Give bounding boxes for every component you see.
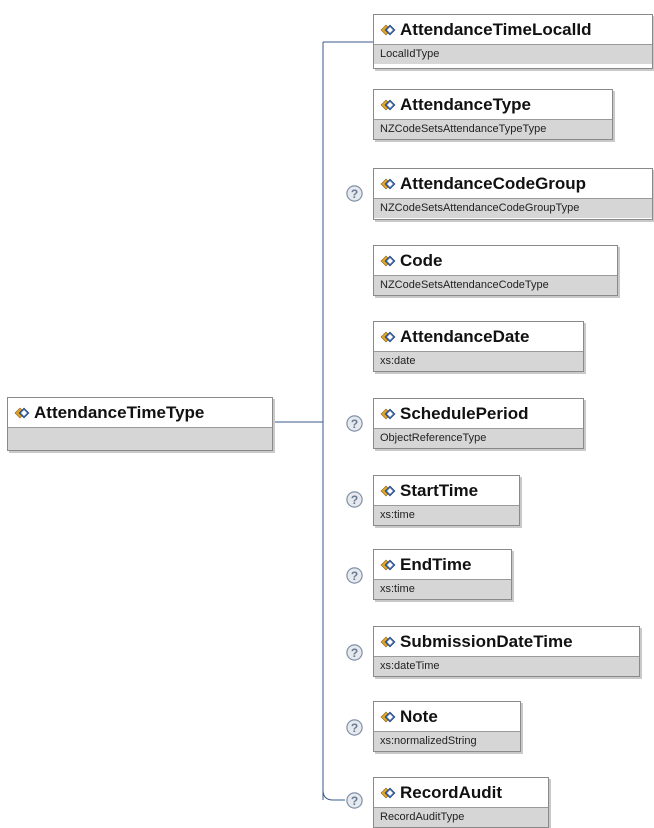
element-node-attendancecodegroup[interactable]: AttendanceCodeGroup NZCodeSetsAttendance…	[373, 168, 653, 220]
element-name: Code	[400, 250, 443, 270]
root-node[interactable]: AttendanceTimeType	[7, 397, 273, 451]
element-type: xs:date	[374, 351, 583, 371]
element-diamond-icon	[380, 636, 396, 647]
question-mark-icon: ?	[346, 792, 363, 809]
element-diamond-icon	[380, 178, 396, 189]
element-name: StartTime	[400, 480, 479, 500]
svg-text:?: ?	[351, 721, 358, 735]
element-type: NZCodeSetsAttendanceTypeType	[374, 119, 612, 139]
svg-text:?: ?	[351, 646, 358, 660]
element-type: xs:normalizedString	[374, 731, 520, 751]
element-name: RecordAudit	[400, 782, 502, 802]
element-node-recordaudit[interactable]: RecordAudit RecordAuditType	[373, 777, 549, 828]
element-node-submissiondatetime[interactable]: SubmissionDateTime xs:dateTime	[373, 626, 640, 677]
element-name: SubmissionDateTime	[400, 631, 573, 651]
element-diamond-icon	[380, 255, 396, 266]
element-node-attendancedate[interactable]: AttendanceDate xs:date	[373, 321, 584, 372]
element-type: ObjectReferenceType	[374, 428, 583, 448]
element-diamond-icon	[380, 485, 396, 496]
element-diamond-icon	[380, 24, 396, 35]
element-name: AttendanceDate	[400, 326, 530, 346]
element-type: xs:time	[374, 579, 511, 599]
svg-text:?: ?	[351, 794, 358, 808]
element-node-attendancetype[interactable]: AttendanceType NZCodeSetsAttendanceTypeT…	[373, 89, 613, 140]
question-mark-icon: ?	[346, 415, 363, 432]
element-name: SchedulePeriod	[400, 403, 529, 423]
element-node-starttime[interactable]: StartTime xs:time	[373, 475, 520, 526]
element-type: xs:time	[374, 505, 519, 525]
element-type: NZCodeSetsAttendanceCodeType	[374, 275, 617, 295]
element-diamond-icon	[380, 99, 396, 110]
element-node-code[interactable]: Code NZCodeSetsAttendanceCodeType	[373, 245, 618, 296]
question-mark-icon: ?	[346, 719, 363, 736]
element-diamond-icon	[380, 559, 396, 570]
root-type	[8, 427, 272, 450]
element-node-note[interactable]: Note xs:normalizedString	[373, 701, 521, 752]
element-name: AttendanceCodeGroup	[400, 173, 587, 193]
question-mark-icon: ?	[346, 644, 363, 661]
question-mark-icon: ?	[346, 491, 363, 508]
element-diamond-icon	[380, 787, 396, 798]
svg-text:?: ?	[351, 493, 358, 507]
element-diamond-icon	[380, 331, 396, 342]
question-mark-icon: ?	[346, 185, 363, 202]
element-diamond-icon	[380, 408, 396, 419]
element-diamond-icon	[14, 407, 30, 418]
question-mark-icon: ?	[346, 567, 363, 584]
svg-text:?: ?	[351, 187, 358, 201]
element-node-scheduleperiod[interactable]: SchedulePeriod ObjectReferenceType	[373, 398, 584, 449]
element-name: AttendanceTimeLocalId	[400, 19, 592, 39]
element-name: EndTime	[400, 554, 472, 574]
element-type: LocalIdType	[374, 44, 652, 64]
element-node-endtime[interactable]: EndTime xs:time	[373, 549, 512, 600]
element-name: Note	[400, 706, 438, 726]
svg-text:?: ?	[351, 417, 358, 431]
element-type: NZCodeSetsAttendanceCodeGroupType	[374, 198, 652, 218]
element-diamond-icon	[380, 711, 396, 722]
element-name: AttendanceType	[400, 94, 531, 114]
element-node-attendancetimelocalid[interactable]: AttendanceTimeLocalId LocalIdType	[373, 14, 653, 69]
element-type: xs:dateTime	[374, 656, 639, 676]
svg-text:?: ?	[351, 569, 358, 583]
root-name: AttendanceTimeType	[34, 402, 205, 422]
element-type: RecordAuditType	[374, 807, 548, 827]
